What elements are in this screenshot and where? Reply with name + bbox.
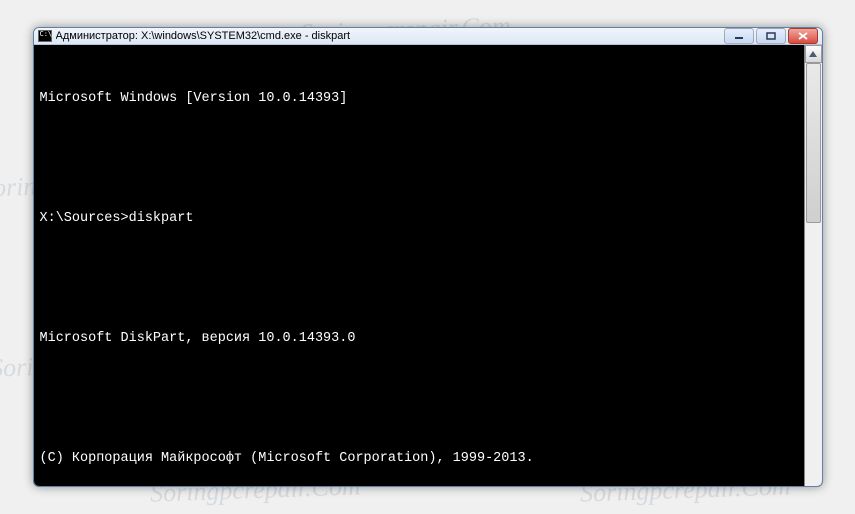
chevron-up-icon <box>809 51 817 57</box>
minimize-icon <box>734 32 744 40</box>
minimize-button[interactable] <box>724 28 754 44</box>
terminal-line: (C) Корпорация Майкрософт (Microsoft Cor… <box>40 449 798 469</box>
titlebar[interactable]: C:\ Администратор: X:\windows\SYSTEM32\c… <box>34 28 822 45</box>
terminal-line <box>40 389 798 409</box>
terminal-line <box>40 269 798 289</box>
terminal-line: Microsoft Windows [Version 10.0.14393] <box>40 89 798 109</box>
cmd-window: C:\ Администратор: X:\windows\SYSTEM32\c… <box>33 27 823 487</box>
scroll-up-button[interactable] <box>805 45 822 63</box>
scrollbar-thumb[interactable] <box>806 63 821 223</box>
window-title: Администратор: X:\windows\SYSTEM32\cmd.e… <box>56 30 724 42</box>
terminal-line: X:\Sources>diskpart <box>40 209 798 229</box>
client-area: Microsoft Windows [Version 10.0.14393] X… <box>34 45 822 487</box>
window-buttons <box>724 28 818 44</box>
terminal[interactable]: Microsoft Windows [Version 10.0.14393] X… <box>34 45 804 487</box>
terminal-line: Microsoft DiskPart, версия 10.0.14393.0 <box>40 329 798 349</box>
maximize-icon <box>766 32 776 40</box>
close-button[interactable] <box>788 28 818 44</box>
vertical-scrollbar[interactable] <box>804 45 822 487</box>
cmd-icon: C:\ <box>38 30 52 42</box>
close-icon <box>798 32 808 40</box>
maximize-button[interactable] <box>756 28 786 44</box>
terminal-line <box>40 149 798 169</box>
